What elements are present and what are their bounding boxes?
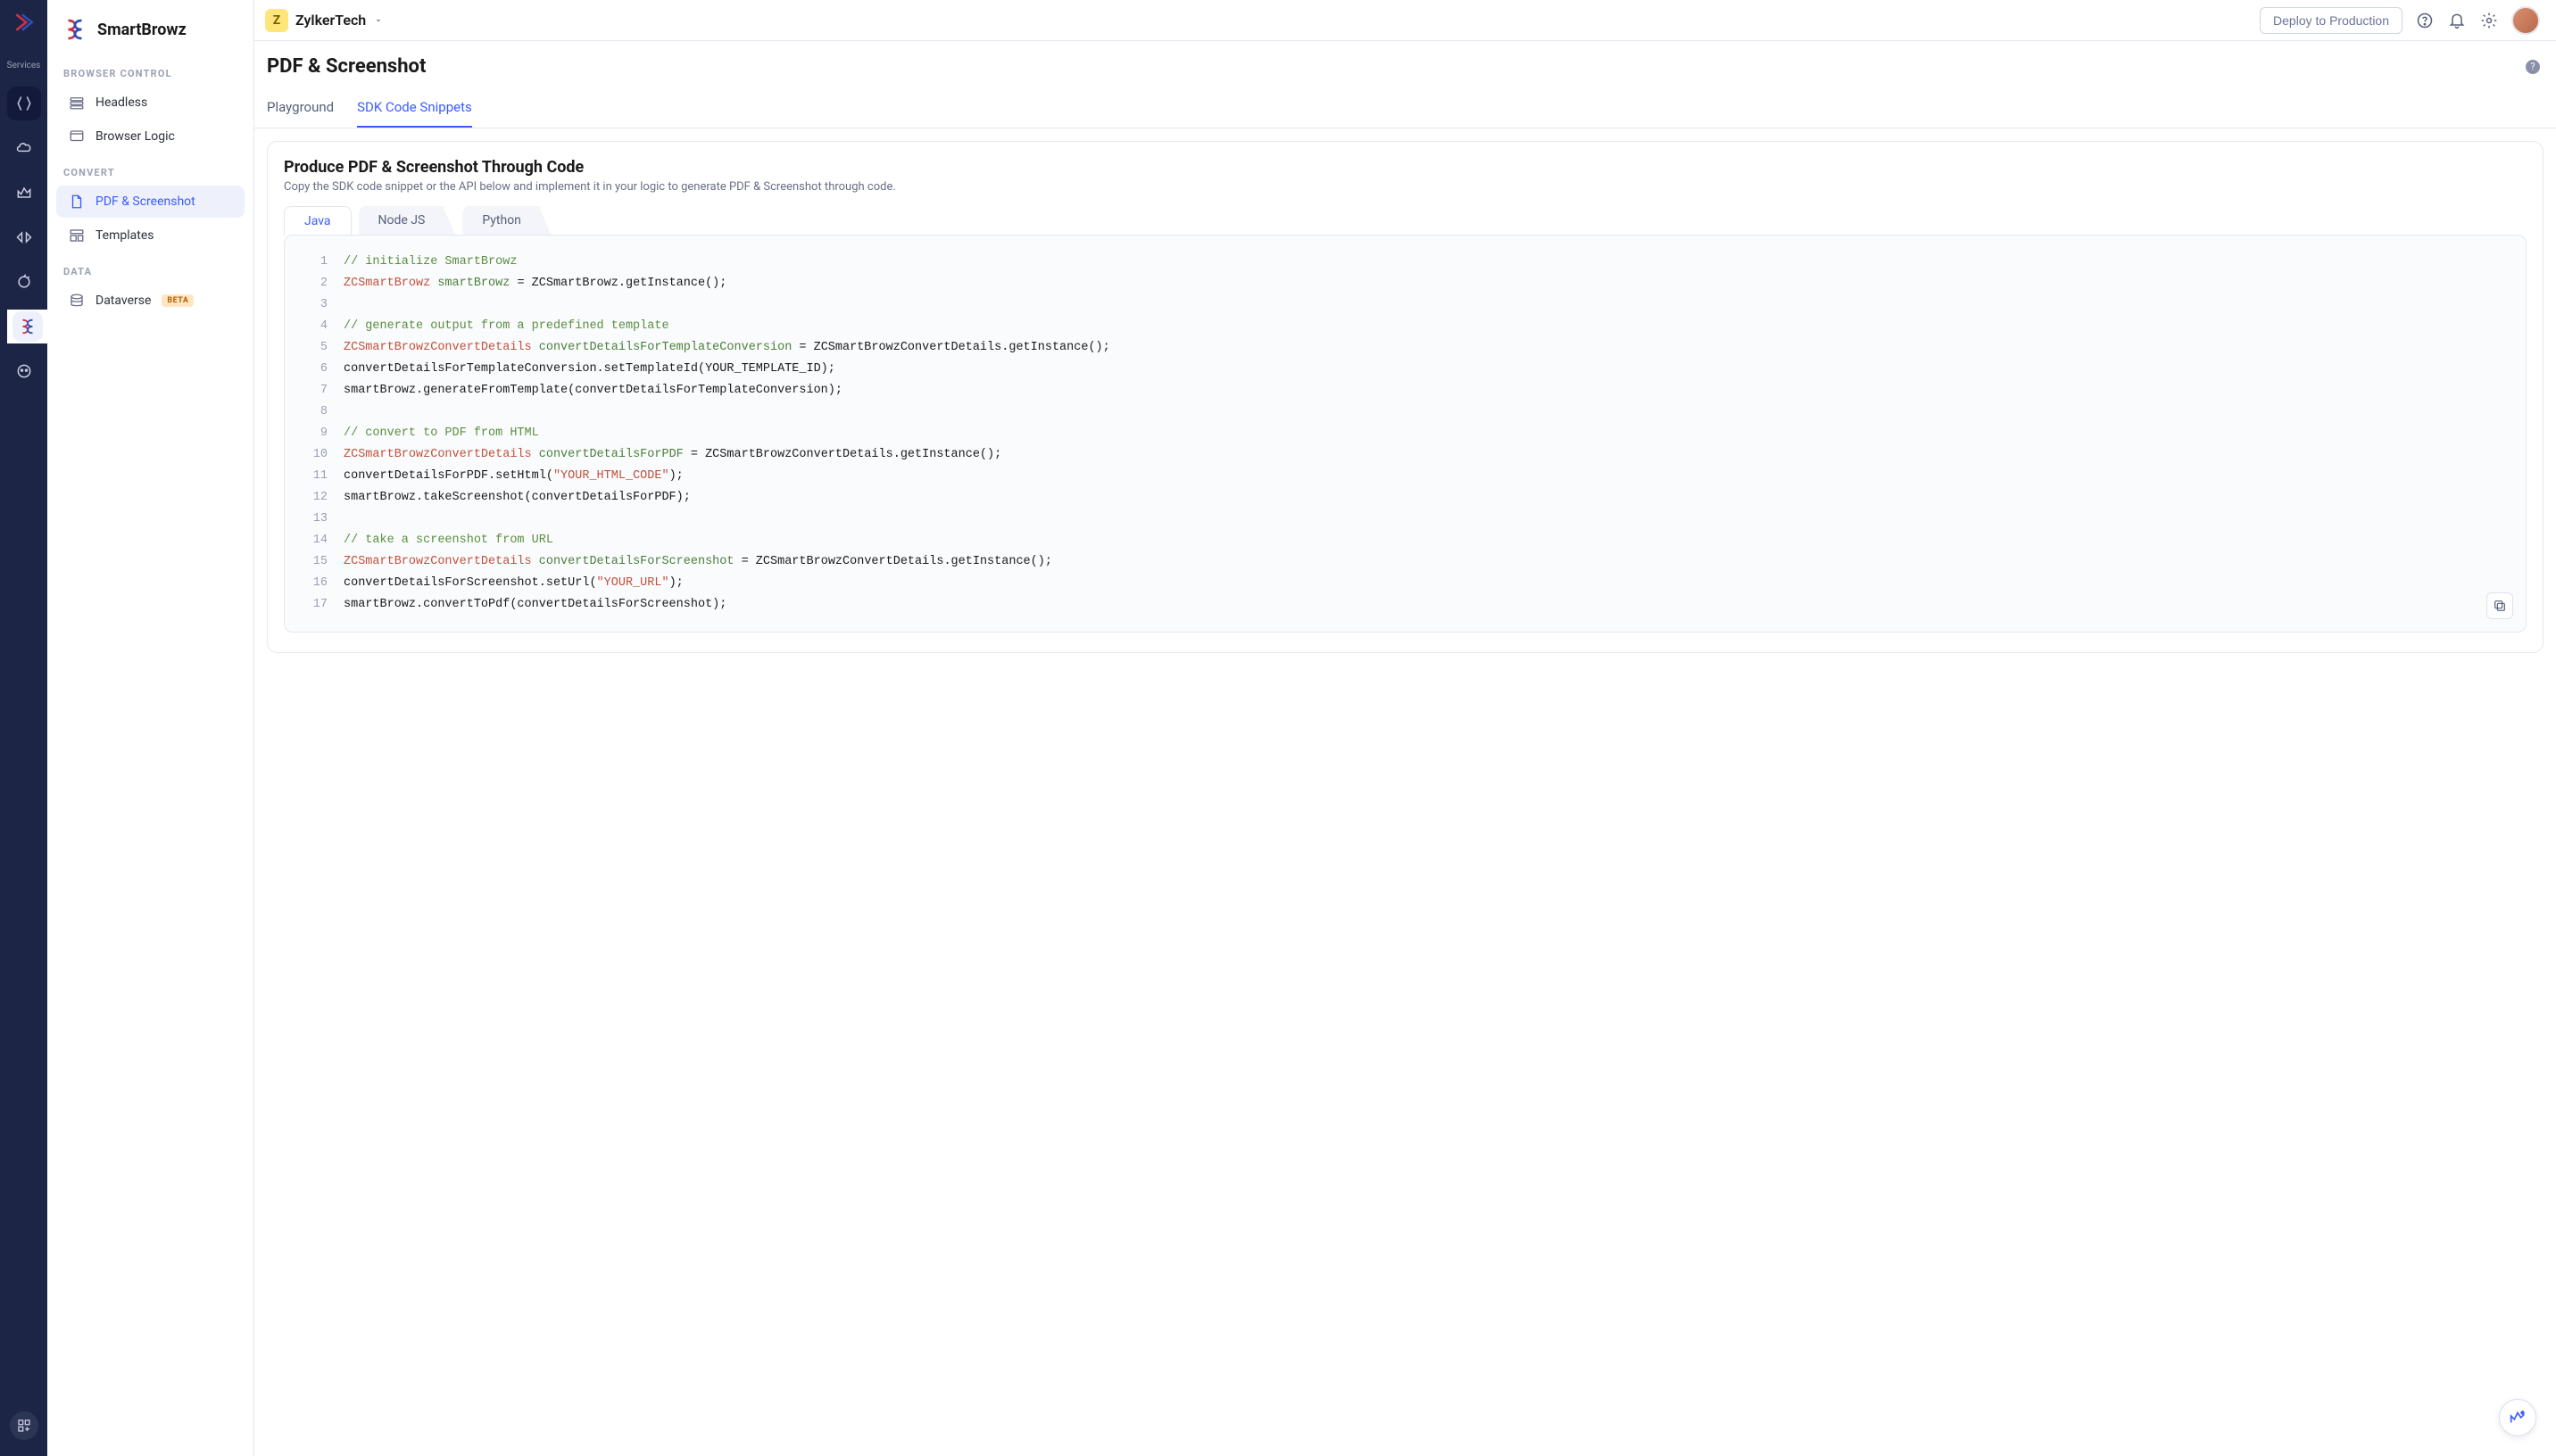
line-number: 15 bbox=[303, 551, 328, 573]
brand-icon bbox=[62, 16, 88, 43]
rail-service-4[interactable] bbox=[7, 220, 41, 254]
line-number: 10 bbox=[303, 444, 328, 466]
page-title: PDF & Screenshot bbox=[267, 55, 2526, 78]
code-block: 1// initialize SmartBrowz2ZCSmartBrowz s… bbox=[284, 235, 2527, 633]
copy-code-button[interactable] bbox=[2486, 592, 2513, 619]
line-number: 17 bbox=[303, 594, 328, 616]
page-help-button[interactable]: ? bbox=[2526, 60, 2540, 74]
avatar[interactable] bbox=[2511, 6, 2540, 35]
line-number: 3 bbox=[303, 294, 328, 316]
sidebar-item-label: Templates bbox=[95, 228, 154, 243]
rail-service-3[interactable] bbox=[7, 176, 41, 210]
rail-service-7[interactable] bbox=[7, 354, 41, 388]
panel-subtitle: Copy the SDK code snippet or the API bel… bbox=[284, 180, 2527, 194]
line-number: 9 bbox=[303, 423, 328, 444]
sidebar-item-templates[interactable]: Templates bbox=[56, 219, 245, 252]
bell-icon[interactable] bbox=[2447, 11, 2467, 30]
main: Z ZylkerTech Deploy to Production PDF & … bbox=[254, 0, 2556, 1456]
line-number: 4 bbox=[303, 316, 328, 337]
page-tabs: Playground SDK Code Snippets bbox=[254, 78, 2556, 128]
code-line: 4// generate output from a predefined te… bbox=[303, 316, 2508, 337]
line-number: 11 bbox=[303, 466, 328, 487]
rail-service-smartbrowz[interactable] bbox=[7, 310, 47, 343]
rail-service-1[interactable] bbox=[7, 87, 41, 120]
topbar: Z ZylkerTech Deploy to Production bbox=[254, 0, 2556, 41]
line-number: 16 bbox=[303, 573, 328, 594]
org-switcher[interactable]: Z ZylkerTech bbox=[254, 0, 389, 40]
sidebar: SmartBrowz BROWSER CONTROL Headless Browse… bbox=[47, 0, 254, 1456]
code-line: 14// take a screenshot from URL bbox=[303, 530, 2508, 551]
pdf-screenshot-icon bbox=[69, 194, 85, 210]
rail-service-2[interactable] bbox=[7, 131, 41, 165]
gear-icon[interactable] bbox=[2479, 11, 2499, 30]
assistant-fab[interactable] bbox=[2499, 1399, 2536, 1436]
line-number: 5 bbox=[303, 337, 328, 359]
code-line: 16convertDetailsForScreenshot.setUrl("YO… bbox=[303, 573, 2508, 594]
lang-tab-java[interactable]: Java bbox=[284, 206, 352, 236]
line-number: 12 bbox=[303, 487, 328, 509]
code-line: 11convertDetailsForPDF.setHtml("YOUR_HTM… bbox=[303, 466, 2508, 487]
product-logo bbox=[11, 9, 37, 36]
line-number: 13 bbox=[303, 509, 328, 530]
content: PDF & Screenshot ? Playground SDK Code Sn… bbox=[254, 41, 2556, 1456]
rail-apps-button[interactable] bbox=[10, 1411, 38, 1440]
panel-title: Produce PDF & Screenshot Through Code bbox=[284, 158, 2527, 177]
code-line: 7smartBrowz.generateFromTemplate(convert… bbox=[303, 380, 2508, 401]
sidebar-item-pdf-screenshot[interactable]: PDF & Screenshot bbox=[56, 186, 245, 218]
sidebar-section-label: DATA bbox=[47, 253, 253, 283]
sidebar-item-headless[interactable]: Headless bbox=[56, 87, 245, 119]
org-name: ZylkerTech bbox=[295, 12, 366, 29]
sidebar-item-label: Browser Logic bbox=[95, 129, 175, 144]
sidebar-section-label: BROWSER CONTROL bbox=[47, 55, 253, 85]
org-badge: Z bbox=[265, 9, 288, 32]
dataverse-icon bbox=[69, 293, 85, 309]
line-number: 7 bbox=[303, 380, 328, 401]
sidebar-item-browser-logic[interactable]: Browser Logic bbox=[56, 120, 245, 153]
code-line: 15ZCSmartBrowzConvertDetails convertDeta… bbox=[303, 551, 2508, 573]
brand-row: SmartBrowz bbox=[47, 0, 253, 55]
code-line: 12smartBrowz.takeScreenshot(convertDetai… bbox=[303, 487, 2508, 509]
rail-services-label: Services bbox=[7, 61, 41, 70]
service-rail: Services bbox=[0, 0, 47, 1456]
code-line: 5ZCSmartBrowzConvertDetails convertDetai… bbox=[303, 337, 2508, 359]
lang-tab-nodejs[interactable]: Node JS bbox=[359, 206, 456, 236]
code-line: 3 bbox=[303, 294, 2508, 316]
line-number: 1 bbox=[303, 252, 328, 273]
sidebar-item-label: Headless bbox=[95, 95, 147, 110]
sidebar-item-dataverse[interactable]: Dataverse BETA bbox=[56, 285, 245, 317]
code-line: 8 bbox=[303, 401, 2508, 423]
beta-badge: BETA bbox=[162, 294, 194, 307]
language-tabs: JavaNode JSPython bbox=[284, 206, 2527, 236]
code-line: 1// initialize SmartBrowz bbox=[303, 252, 2508, 273]
sidebar-item-label: Dataverse bbox=[95, 294, 151, 308]
sidebar-section-label: CONVERT bbox=[47, 154, 253, 184]
line-number: 8 bbox=[303, 401, 328, 423]
code-line: 10ZCSmartBrowzConvertDetails convertDeta… bbox=[303, 444, 2508, 466]
deploy-button[interactable]: Deploy to Production bbox=[2260, 7, 2402, 34]
sdk-panel: Produce PDF & Screenshot Through Code Co… bbox=[267, 141, 2544, 653]
code-line: 9// convert to PDF from HTML bbox=[303, 423, 2508, 444]
headless-icon bbox=[69, 95, 85, 111]
tab-playground[interactable]: Playground bbox=[267, 94, 334, 128]
tab-sdk[interactable]: SDK Code Snippets bbox=[357, 94, 472, 128]
sidebar-item-label: PDF & Screenshot bbox=[95, 194, 195, 209]
line-number: 6 bbox=[303, 359, 328, 380]
code-line: 2ZCSmartBrowz smartBrowz = ZCSmartBrowz.… bbox=[303, 273, 2508, 294]
code-line: 13 bbox=[303, 509, 2508, 530]
code-line: 17smartBrowz.convertToPdf(convertDetails… bbox=[303, 594, 2508, 616]
line-number: 2 bbox=[303, 273, 328, 294]
templates-icon bbox=[69, 228, 85, 244]
help-icon[interactable] bbox=[2415, 11, 2435, 30]
brand-title: SmartBrowz bbox=[97, 21, 187, 39]
code-line: 6convertDetailsForTemplateConversion.set… bbox=[303, 359, 2508, 380]
chevron-down-icon bbox=[373, 15, 384, 26]
browser-logic-icon bbox=[69, 128, 85, 145]
lang-tab-python[interactable]: Python bbox=[462, 206, 552, 236]
line-number: 14 bbox=[303, 530, 328, 551]
rail-service-5[interactable] bbox=[7, 265, 41, 299]
